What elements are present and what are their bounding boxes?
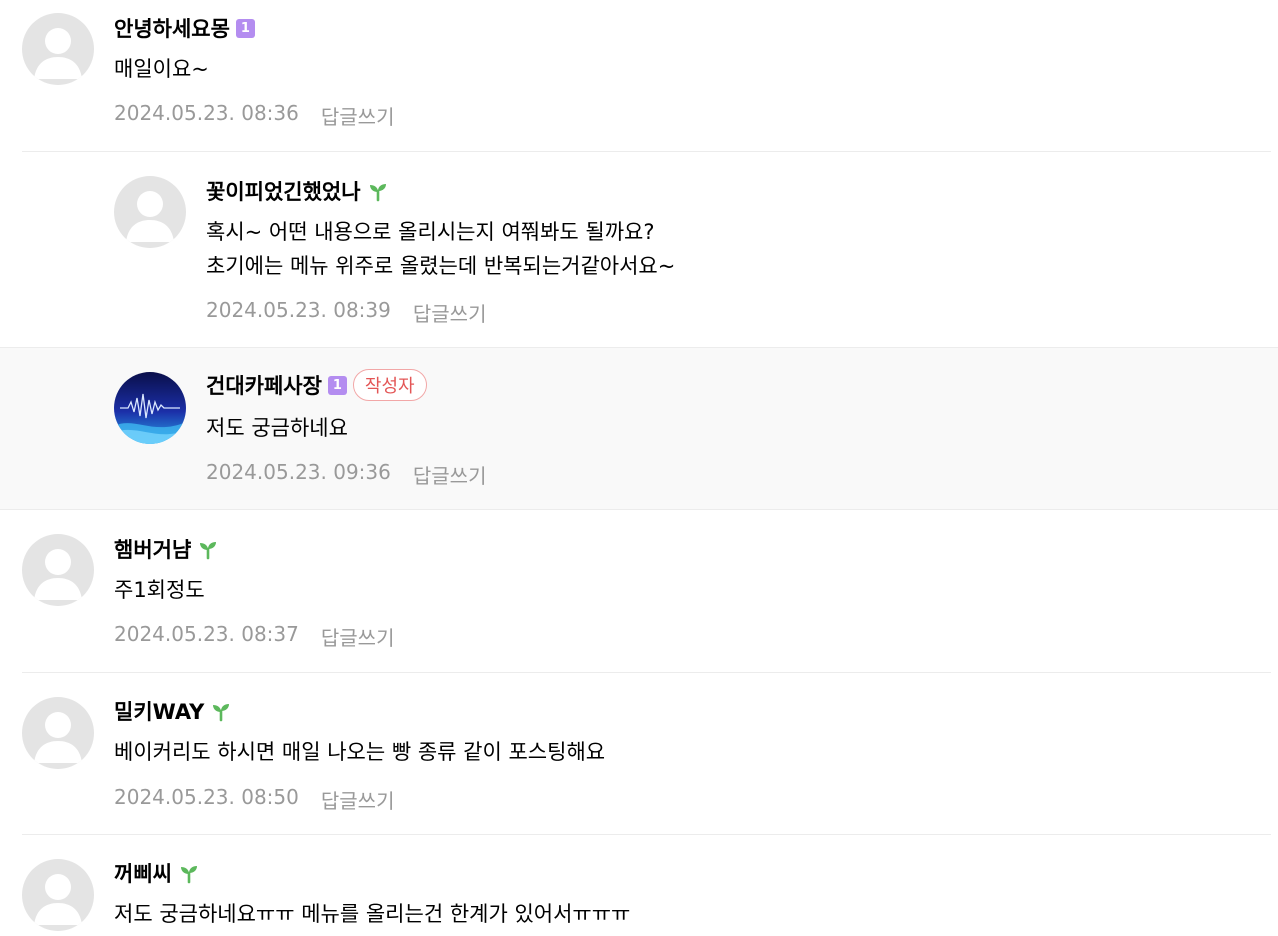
comment-meta: 2024.05.23. 09:36 답글쓰기 — [206, 460, 486, 489]
comment-meta: 2024.05.23. 08:50 답글쓰기 — [114, 785, 394, 814]
avatar[interactable] — [114, 372, 186, 444]
reply-item: 건대카페사장 1 작성자 저도 궁금하네요 2024.05.23. 09:36 … — [0, 348, 1278, 510]
comment-text: 매일이요~ — [114, 52, 209, 86]
sprout-icon — [200, 542, 217, 560]
comment-header: 밀키WAY — [114, 696, 232, 726]
sprout-icon — [213, 704, 230, 722]
reply-button[interactable]: 답글쓰기 — [413, 298, 487, 327]
sprout-icon — [180, 866, 197, 884]
avatar[interactable] — [22, 534, 94, 606]
comment-text-line: 주1회정도 — [114, 578, 205, 602]
comment-text-line: 초기에는 메뉴 위주로 올렸는데 반복되는거같아서요~ — [206, 254, 676, 278]
nickname[interactable]: 안녕하세요몽 — [114, 13, 230, 43]
level-badge: 1 — [327, 375, 347, 395]
reply-button[interactable]: 답글쓰기 — [413, 460, 487, 489]
comment-date: 2024.05.23. 08:37 — [114, 622, 299, 646]
avatar[interactable] — [22, 859, 94, 931]
comment-header: 꺼삐씨 — [114, 858, 200, 888]
comment-meta: 2024.05.23. 08:37 답글쓰기 — [114, 622, 394, 651]
nickname[interactable]: 꺼삐씨 — [114, 858, 172, 888]
comment-text: 혹시~ 어떤 내용으로 올리시는지 여쭤봐도 될까요? 초기에는 메뉴 위주로 … — [206, 215, 675, 283]
comment-text-line: 저도 궁금하네요 — [206, 416, 348, 440]
comment-header: 안녕하세요몽 1 — [114, 13, 255, 43]
comment-text: 저도 궁금하네요 — [206, 411, 348, 445]
comment-text: 베이커리도 하시면 매일 나오는 빵 종류 같이 포스팅해요 — [114, 735, 605, 769]
avatar[interactable] — [114, 176, 186, 248]
comment-text-line: 매일이요~ — [114, 57, 209, 81]
nickname[interactable]: 꽃이피었긴했었나 — [206, 176, 361, 206]
nickname[interactable]: 햄버거냠 — [114, 534, 191, 564]
reply-item: 꽃이피었긴했었나 혹시~ 어떤 내용으로 올리시는지 여쭤봐도 될까요? 초기에… — [0, 152, 1278, 348]
comment-date: 2024.05.23. 08:50 — [114, 785, 299, 809]
comment-item: 밀키WAY 베이커리도 하시면 매일 나오는 빵 종류 같이 포스팅해요 202… — [22, 673, 1271, 835]
default-profile-icon — [34, 874, 82, 925]
comment-item: 꺼삐씨 저도 궁금하네요ㅠㅠ 메뉴를 올리는건 한계가 있어서ㅠㅠㅠ — [22, 835, 1271, 935]
default-profile-icon — [34, 712, 82, 763]
sprout-icon — [369, 184, 386, 202]
comment-item: 햄버거냠 주1회정도 2024.05.23. 08:37 답글쓰기 — [22, 510, 1271, 673]
reply-button[interactable]: 답글쓰기 — [321, 622, 395, 651]
comment-text-line: 혹시~ 어떤 내용으로 올리시는지 여쭤봐도 될까요? — [206, 220, 655, 244]
comment-meta: 2024.05.23. 08:36 답글쓰기 — [114, 101, 394, 130]
comment-header: 꽃이피었긴했었나 — [206, 176, 389, 206]
waveform-profile-icon — [114, 372, 186, 444]
avatar[interactable] — [22, 13, 94, 85]
comment-text: 주1회정도 — [114, 573, 205, 607]
comment-header: 건대카페사장 1 작성자 — [206, 369, 427, 401]
comment-item: 안녕하세요몽 1 매일이요~ 2024.05.23. 08:36 답글쓰기 — [22, 0, 1271, 152]
nickname[interactable]: 밀키WAY — [114, 696, 204, 726]
comment-text-line: 저도 궁금하네요ㅠㅠ 메뉴를 올리는건 한계가 있어서ㅠㅠㅠ — [114, 902, 631, 926]
comment-date: 2024.05.23. 09:36 — [206, 460, 391, 484]
default-profile-icon — [126, 191, 174, 242]
comment-text-line: 베이커리도 하시면 매일 나오는 빵 종류 같이 포스팅해요 — [114, 740, 606, 764]
comment-meta: 2024.05.23. 08:39 답글쓰기 — [206, 298, 486, 327]
comment-date: 2024.05.23. 08:36 — [114, 101, 299, 125]
default-profile-icon — [34, 28, 82, 79]
comment-date: 2024.05.23. 08:39 — [206, 298, 391, 322]
default-profile-icon — [34, 549, 82, 600]
comment-header: 햄버거냠 — [114, 534, 219, 564]
comment-text: 저도 궁금하네요ㅠㅠ 메뉴를 올리는건 한계가 있어서ㅠㅠㅠ — [114, 897, 630, 931]
avatar[interactable] — [22, 697, 94, 769]
reply-button[interactable]: 답글쓰기 — [321, 785, 395, 814]
level-badge: 1 — [235, 18, 255, 38]
author-badge: 작성자 — [352, 369, 427, 401]
nickname[interactable]: 건대카페사장 — [206, 370, 322, 400]
reply-button[interactable]: 답글쓰기 — [321, 101, 395, 130]
